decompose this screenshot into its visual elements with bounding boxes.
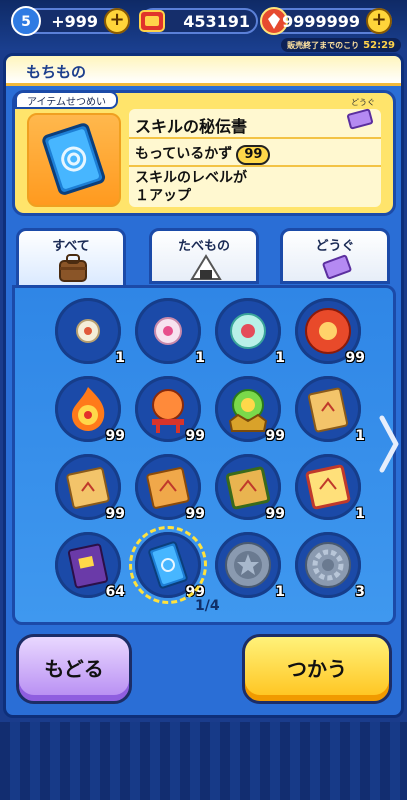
item-slot[interactable]: 1 xyxy=(295,454,365,522)
owned-label: もっているかず xyxy=(135,146,233,162)
item-name: スキルの秘伝書 xyxy=(135,117,248,136)
timer-value: 52:29 xyxy=(363,39,395,51)
item-slot[interactable]: 99 xyxy=(135,376,205,444)
item-slot[interactable]: 99 xyxy=(55,376,125,444)
divider xyxy=(129,165,381,167)
stamina-icon: 5 xyxy=(11,6,41,36)
tab-tools[interactable]: どうぐ xyxy=(280,228,390,284)
item-slot[interactable]: 99 xyxy=(135,454,205,522)
item-count: 1 xyxy=(115,350,125,366)
item-slot[interactable]: 1 xyxy=(215,298,285,366)
next-page-arrow-icon[interactable] xyxy=(378,414,400,474)
item-count: 99 xyxy=(105,506,125,522)
gear-medal-icon xyxy=(305,542,351,588)
footer-pattern xyxy=(0,722,407,800)
item-count: 1 xyxy=(275,584,285,600)
item-count: 3 xyxy=(355,584,365,600)
item-slot[interactable]: 99 xyxy=(215,376,285,444)
item-slot[interactable]: 1 xyxy=(135,298,205,366)
use-button[interactable]: つかう xyxy=(242,634,392,704)
sale-timer: 販売終了までのこり 52:29 xyxy=(281,38,401,52)
gems-display: 9999999 + xyxy=(260,7,392,35)
item-count: 99 xyxy=(265,428,285,444)
item-count: 1 xyxy=(355,428,365,444)
info-tab-label: アイテムせつめい xyxy=(15,91,118,109)
coins-display: 453191 xyxy=(139,8,258,34)
item-slot[interactable]: 1 xyxy=(55,298,125,366)
item-count: 1 xyxy=(275,350,285,366)
svg-text:5: 5 xyxy=(21,14,31,30)
item-count: 99 xyxy=(265,506,285,522)
item-slot-selected[interactable]: 99 xyxy=(129,526,207,604)
item-grid: 1 1 1 99 99 99 99 1 99 99 99 1 64 99 1 3… xyxy=(12,285,396,625)
coins-value: 453191 xyxy=(183,12,250,31)
tab-tools-label: どうぐ xyxy=(315,239,355,254)
item-count: 99 xyxy=(345,350,365,366)
item-count: 99 xyxy=(185,428,205,444)
timer-label: 販売終了までのこり xyxy=(287,40,360,50)
item-info-card: アイテムせつめい スキルの秘伝書 もっているかず 99 スキルのレベルが １アップ… xyxy=(12,90,396,216)
coin-icon xyxy=(139,10,165,32)
window-title: もちもの xyxy=(26,63,87,81)
item-slot[interactable]: 3 xyxy=(295,532,365,600)
tab-all-label: すべて xyxy=(52,239,90,254)
item-slot[interactable]: 64 xyxy=(55,532,125,600)
item-count: 64 xyxy=(105,584,125,600)
item-slot[interactable]: 99 xyxy=(55,454,125,522)
item-detail-panel: スキルの秘伝書 もっているかず 99 スキルのレベルが １アップ どうぐ xyxy=(129,98,381,207)
selected-item-preview xyxy=(27,113,121,207)
gems-value: 9999999 xyxy=(282,12,360,31)
stamina-value: +999 xyxy=(51,12,98,31)
ticket-icon xyxy=(322,254,352,280)
tab-all[interactable]: すべて xyxy=(16,228,126,290)
tab-food[interactable]: たべもの xyxy=(149,228,259,284)
item-slot[interactable]: 1 xyxy=(295,376,365,444)
inventory-window: もちもの アイテムせつめい スキルの秘伝書 もっているかず 99 スキルのレベルが… xyxy=(3,53,404,718)
window-titlebar: もちもの xyxy=(6,56,401,86)
bag-icon xyxy=(59,254,87,282)
item-slot[interactable]: 99 xyxy=(295,298,365,366)
category-badge: どうぐ xyxy=(345,97,375,131)
add-gems-button[interactable]: + xyxy=(366,8,392,34)
pale-orb-icon xyxy=(76,319,100,343)
category-badge-label: どうぐ xyxy=(351,98,375,107)
add-stamina-button[interactable]: + xyxy=(104,8,130,34)
item-count: 1 xyxy=(355,506,365,522)
teal-orb-icon xyxy=(230,313,266,349)
item-description: スキルのレベルが １アップ xyxy=(135,170,247,204)
item-slot[interactable]: 99 xyxy=(215,454,285,522)
skill-book-icon xyxy=(148,541,188,589)
item-count: 1 xyxy=(195,350,205,366)
star-medal-icon xyxy=(225,542,271,588)
item-count: 99 xyxy=(185,506,205,522)
ticket-icon xyxy=(347,108,373,130)
tab-food-label: たべもの xyxy=(177,239,230,254)
owned-row: もっているかず 99 xyxy=(135,143,271,165)
pink-orb-icon xyxy=(154,317,182,345)
skill-book-large-icon xyxy=(42,123,106,195)
item-slot[interactable]: 1 xyxy=(215,532,285,600)
divider xyxy=(129,137,381,139)
stamina-display: 5 +999 + xyxy=(11,6,130,36)
rainbow-book-icon xyxy=(305,464,351,510)
back-button[interactable]: もどる xyxy=(16,634,132,704)
page-indicator: 1/4 xyxy=(195,598,220,614)
owned-count: 99 xyxy=(236,145,271,165)
rice-ball-icon xyxy=(190,254,222,280)
item-count: 99 xyxy=(105,428,125,444)
currency-bar: 5 +999 + 453191 9999999 + 販売終了までのこり 52:2… xyxy=(0,0,407,52)
scroll-book-icon xyxy=(307,387,349,433)
